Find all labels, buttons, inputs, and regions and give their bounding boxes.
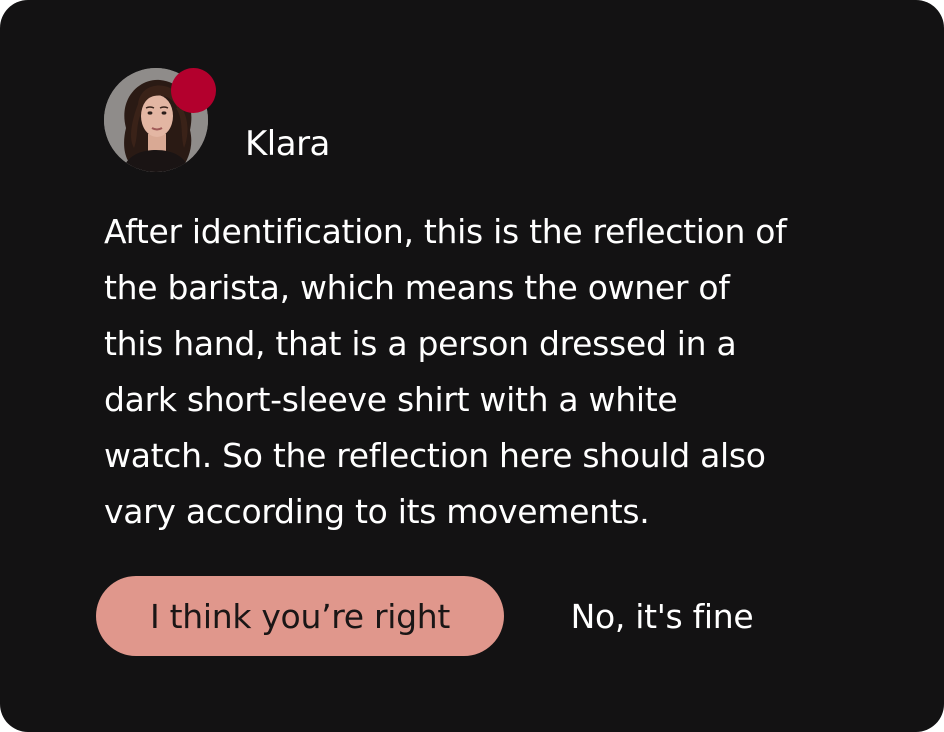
notification-dot-icon xyxy=(171,68,216,113)
message-line: After identification, this is the reflec… xyxy=(104,212,787,251)
sender-name: Klara xyxy=(245,124,330,164)
agree-button[interactable]: I think you’re right xyxy=(96,576,504,656)
message-card: Klara After identification, this is the … xyxy=(0,0,944,732)
dismiss-button[interactable]: No, it's fine xyxy=(548,576,776,656)
avatar-container xyxy=(104,68,216,172)
message-text: After identification, this is the reflec… xyxy=(104,204,864,540)
message-line: the barista, which means the owner of xyxy=(104,268,730,307)
message-line: dark short-sleeve shirt with a white xyxy=(104,380,678,419)
message-line: this hand, that is a person dressed in a xyxy=(104,324,737,363)
message-line: vary according to its movements. xyxy=(104,492,650,531)
message-line: watch. So the reflection here should als… xyxy=(104,436,766,475)
